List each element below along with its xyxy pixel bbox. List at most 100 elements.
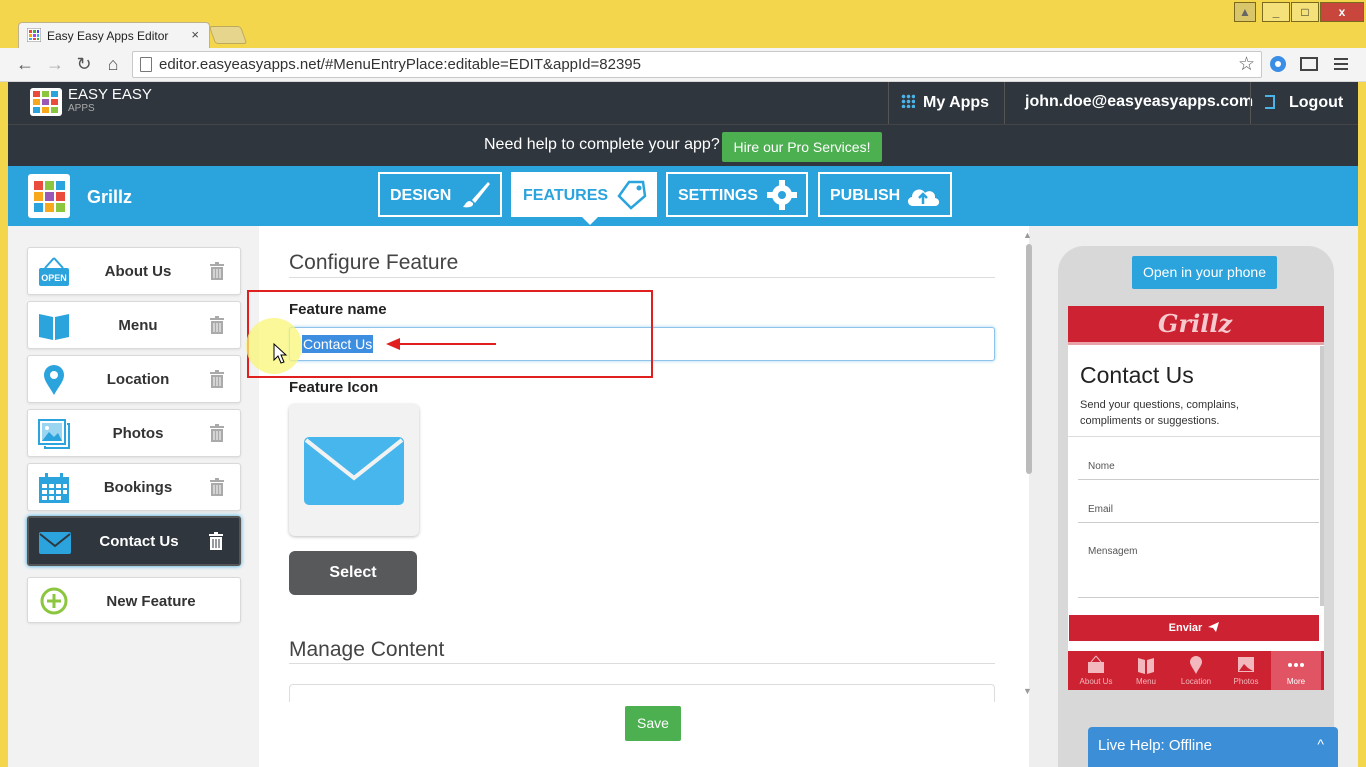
feature-icon-preview: [289, 404, 419, 536]
user-email[interactable]: john.doe@easyeasyapps.com: [1004, 82, 1263, 124]
tab-design[interactable]: DESIGN: [378, 172, 502, 217]
my-apps-label: My Apps: [923, 94, 990, 111]
sidebar-item-contact-us[interactable]: Contact Us: [27, 516, 241, 566]
fullscreen-icon[interactable]: [1299, 56, 1319, 72]
trash-icon[interactable]: [210, 262, 224, 280]
menu-icon[interactable]: [1334, 56, 1350, 72]
window-close-button[interactable]: x: [1320, 2, 1364, 22]
preview-header: Grillz: [1068, 306, 1324, 345]
preview-nav-photos[interactable]: Photos: [1221, 651, 1271, 690]
trash-icon[interactable]: [210, 478, 224, 496]
photos-icon: [1238, 657, 1254, 672]
browser-toolbar: ← → ↻ ⌂ editor.easyeasyapps.net/#MenuEnt…: [0, 48, 1366, 82]
send-icon: [1208, 622, 1220, 632]
logout-icon: [1265, 95, 1275, 109]
more-dots-icon: [1288, 663, 1304, 667]
sidebar-item-menu[interactable]: Menu: [27, 301, 241, 349]
hire-pro-button[interactable]: Hire our Pro Services!: [722, 132, 882, 162]
preview-logo: Grillz: [1158, 309, 1233, 338]
tab-close-icon[interactable]: ×: [191, 27, 199, 42]
preview-field-message[interactable]: Mensagem: [1088, 546, 1137, 557]
window-minimize-button[interactable]: _: [1262, 2, 1290, 22]
my-apps-link[interactable]: My Apps: [888, 82, 1001, 124]
envelope-icon: [39, 532, 71, 554]
logout-link[interactable]: Logout: [1250, 82, 1353, 124]
preview-field-email[interactable]: Email: [1088, 504, 1113, 515]
browser-tab[interactable]: Easy Easy Apps Editor ×: [18, 22, 210, 48]
sidebar-item-label: About Us: [104, 263, 172, 280]
manage-content-heading: Manage Content: [289, 638, 445, 661]
sidebar-item-about-us[interactable]: OPEN About Us: [27, 247, 241, 295]
preview-nav-label: Photos: [1233, 677, 1259, 686]
sidebar-item-bookings[interactable]: Bookings: [27, 463, 241, 511]
brush-icon: [463, 182, 490, 208]
scroll-up-icon[interactable]: ▲: [1023, 230, 1032, 240]
preview-nav-more[interactable]: More: [1271, 651, 1321, 690]
preview-nav-menu[interactable]: Menu: [1121, 651, 1171, 690]
preview-submit-button[interactable]: Enviar: [1069, 615, 1319, 641]
new-feature-button[interactable]: New Feature: [27, 577, 241, 623]
back-icon[interactable]: ←: [14, 53, 36, 75]
extension-icon[interactable]: [1269, 55, 1287, 73]
app-header: EASY EASY APPS My Apps john.doe@easyeasy…: [8, 82, 1358, 124]
content-editor-box[interactable]: [289, 684, 995, 702]
tab-publish-label: PUBLISH: [830, 187, 901, 204]
new-tab-button[interactable]: [208, 26, 248, 44]
sidebar-item-location[interactable]: Location: [27, 355, 241, 403]
app-icon: [28, 174, 70, 218]
address-bar[interactable]: editor.easyeasyapps.net/#MenuEntryPlace:…: [132, 51, 1262, 78]
scrollbar-thumb[interactable]: [1026, 244, 1032, 474]
book-icon: [39, 314, 69, 340]
window-maximize-button[interactable]: □: [1291, 2, 1319, 22]
logo-sub-text: APPS: [68, 103, 95, 114]
app-name: Grillz: [87, 187, 133, 207]
forward-icon[interactable]: →: [44, 53, 66, 75]
live-help-widget[interactable]: Live Help: Offline ^: [1088, 727, 1338, 767]
preview-nav-location[interactable]: Location: [1171, 651, 1221, 690]
tab-publish[interactable]: PUBLISH: [818, 172, 952, 217]
window-user-icon[interactable]: ▲: [1234, 2, 1256, 22]
select-icon-button[interactable]: Select: [289, 551, 417, 595]
home-icon[interactable]: ⌂: [102, 53, 124, 75]
tab-design-label: DESIGN: [390, 187, 452, 204]
save-button[interactable]: Save: [625, 706, 681, 741]
preview-field-name[interactable]: Nome: [1088, 461, 1115, 472]
trash-icon[interactable]: [210, 316, 224, 334]
reload-icon[interactable]: ↻: [73, 53, 95, 75]
divider: [1078, 479, 1319, 480]
trash-icon[interactable]: [210, 424, 224, 442]
open-in-phone-button[interactable]: Open in your phone: [1132, 256, 1277, 289]
open-sign-icon: OPEN: [39, 257, 69, 286]
preview-nav-about-us[interactable]: About Us: [1071, 651, 1121, 690]
trash-icon[interactable]: [210, 370, 224, 388]
tab-settings-label: SETTINGS: [678, 187, 759, 204]
trash-icon[interactable]: [209, 532, 223, 550]
tags-icon: [617, 180, 647, 210]
phone-screen: Grillz Contact Us Send your questions, c…: [1068, 306, 1324, 690]
sidebar-item-label: Bookings: [103, 479, 173, 496]
tab-title: Easy Easy Apps Editor: [47, 29, 169, 43]
preview-nav-label: Location: [1180, 677, 1212, 686]
sidebar-item-photos[interactable]: Photos: [27, 409, 241, 457]
sidebar-item-label: Menu: [118, 317, 158, 334]
favicon-icon: [27, 28, 41, 42]
feature-icon-label: Feature Icon: [289, 379, 379, 396]
tab-settings[interactable]: SETTINGS: [666, 172, 808, 217]
tab-features-label: FEATURES: [523, 187, 609, 204]
divider: [289, 663, 995, 664]
sidebar-item-label: Contact Us: [99, 533, 179, 550]
cloud-upload-icon: [907, 189, 940, 206]
logo-icon[interactable]: [30, 88, 62, 116]
preview-nav-label: About Us: [1079, 677, 1113, 686]
preview-nav-label: More: [1286, 677, 1306, 686]
window-border: [1358, 82, 1366, 767]
annotation-arrow-icon: [386, 338, 496, 350]
scroll-down-icon[interactable]: ▼: [1023, 686, 1032, 696]
logo-text[interactable]: EASY EASY APPS: [68, 87, 152, 116]
chevron-up-icon[interactable]: ^: [1317, 736, 1324, 752]
sidebar-item-label: Photos: [112, 425, 164, 442]
bookmark-star-icon[interactable]: ☆: [1238, 53, 1255, 76]
plus-circle-icon: [40, 587, 68, 615]
tab-features[interactable]: FEATURES: [511, 172, 657, 225]
sidebar-item-label: Location: [106, 371, 170, 388]
